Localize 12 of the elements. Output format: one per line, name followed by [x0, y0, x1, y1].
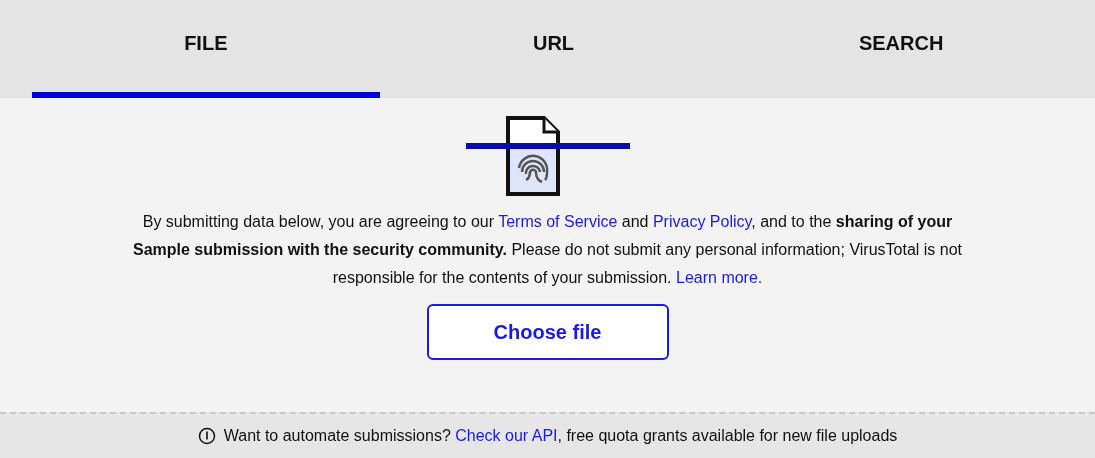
link[interactable]: Privacy Policy [652, 213, 752, 230]
link[interactable]: Terms of Service [498, 213, 618, 230]
choose-file-button[interactable]: Choose file [426, 304, 669, 360]
link[interactable]: Check our API [455, 427, 558, 444]
tab[interactable]: FILE [32, 0, 380, 98]
fingerprint-file-icon [465, 116, 630, 196]
tab[interactable]: URL [379, 0, 728, 98]
terms-notice: By submitting data below, you are agreeing to our Terms of Service and Privacy Policy, and to the sharing of your Sample submission with the security community. Please do not submit any personal information; VirusTotal is not responsible for the contents of your submission. Learn more. [131, 212, 964, 288]
info-icon [197, 427, 216, 445]
link[interactable]: Learn more. [676, 269, 763, 286]
api-notice: Want to automate submissions? Check our API, free quota grants available for new file uploads [223, 427, 898, 445]
tab[interactable]: SEARCH [727, 0, 1075, 98]
